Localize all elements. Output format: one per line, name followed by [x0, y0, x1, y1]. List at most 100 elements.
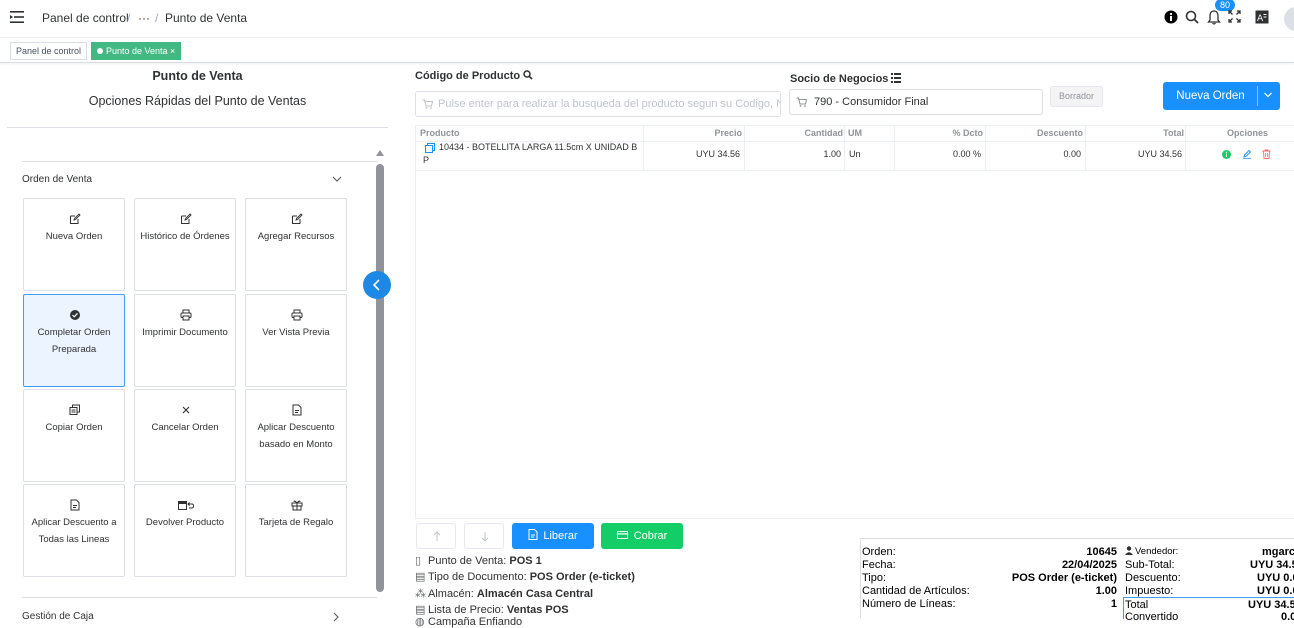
search-icon[interactable]	[523, 70, 533, 80]
quick-action-nueva-orden[interactable]: Nueva Orden	[23, 198, 125, 291]
cell-product: 10434 - BOTELLITA LARGA 11.5cm X UNIDAD …	[439, 142, 638, 152]
quick-action-label: Aplicar Descuento basado en Monto	[257, 422, 335, 450]
summary-seller-value: mgarc	[1262, 546, 1294, 558]
product-search-input[interactable]: Pulse enter para realizar la busqueda de…	[415, 91, 781, 117]
top-navbar: Panel de control / ··· / Punto de Venta …	[0, 0, 1294, 38]
breadcrumb-ellipsis[interactable]: ···	[138, 11, 150, 25]
partner-label-text: Socio de Negocios	[790, 73, 889, 85]
column-divider	[643, 126, 644, 170]
quick-action-agregar-recursos[interactable]: Agregar Recursos	[245, 198, 347, 291]
move-up-button[interactable]	[416, 523, 456, 549]
edit-icon	[69, 213, 81, 225]
quick-action-tarjeta-de-regalo[interactable]: Tarjeta de Regalo	[245, 484, 347, 577]
quick-action-label: Nueva Orden	[45, 231, 103, 242]
summary-date-label: Fecha:	[862, 559, 896, 571]
info-icon[interactable]	[1164, 10, 1178, 24]
total-divider	[1123, 597, 1294, 598]
chevron-right-icon[interactable]	[332, 612, 340, 622]
info-doctype: ▤ Tipo de Documento: POS Order (e-ticket)	[415, 570, 635, 583]
summary-seller-label: Vendedor:	[1125, 545, 1178, 558]
active-dot-icon	[97, 48, 103, 54]
summary-discount-value: UYU 0.0	[1257, 572, 1294, 584]
product-info-icon[interactable]	[425, 143, 435, 153]
tag-punto-de-venta[interactable]: Punto de Venta ×	[91, 42, 182, 60]
close-icon	[180, 404, 192, 416]
panel-subtitle: Opciones Rápidas del Punto de Ventas	[88, 94, 307, 108]
quick-action-copiar-orden[interactable]: Copiar Orden	[23, 389, 125, 482]
summary-date-value: 22/04/2025	[1061, 559, 1117, 571]
info-pos-value: POS 1	[509, 555, 542, 567]
draft-button[interactable]: Borrador	[1050, 86, 1103, 107]
group-gestion-de-caja[interactable]: Gestión de Caja	[22, 611, 94, 622]
product-code-label-text: Código de Producto	[415, 70, 521, 82]
info-warehouse-value: Almacén Casa Central	[476, 588, 594, 600]
info-warehouse: ⁂ Almacén: Almacén Casa Central	[415, 587, 593, 600]
edit-icon	[291, 213, 303, 225]
move-down-button[interactable]	[464, 523, 504, 549]
tag-panel-de-control[interactable]: Panel de control	[10, 42, 88, 60]
cell-product-continued: P	[423, 155, 430, 165]
summary-subtotal-value: UYU 34.5	[1250, 559, 1294, 571]
cell-total: UYU 34.56	[1137, 149, 1182, 159]
partner-value: 790 - Consumidor Final	[814, 96, 929, 108]
list-icon[interactable]	[891, 73, 902, 83]
tablet-icon: ▯	[415, 555, 422, 567]
chevron-down-icon[interactable]	[332, 175, 342, 183]
column-divider	[744, 126, 745, 170]
scroll-up-arrow-icon[interactable]	[376, 150, 384, 156]
new-order-button[interactable]: Nueva Orden	[1163, 82, 1280, 110]
chevron-down-icon[interactable]	[1263, 91, 1273, 99]
info-circle-icon[interactable]	[1222, 150, 1231, 159]
copy-icon	[69, 404, 81, 416]
column-header-opciones: Opciones	[1226, 128, 1268, 138]
total-divider-left	[1123, 597, 1124, 619]
info-warehouse-label: Almacén:	[428, 588, 474, 600]
summary-order-value: 10645	[1086, 546, 1117, 558]
quick-action-aplicar-descuento-a-todas-las-lineas[interactable]: Aplicar Descuento a Todas las Lineas	[23, 484, 125, 577]
quick-options-panel: Punto de Venta Opciones Rápidas del Punt…	[0, 63, 395, 622]
fullscreen-icon[interactable]	[1228, 10, 1241, 23]
group-orden-de-venta[interactable]: Orden de Venta	[22, 174, 92, 185]
cell-price: UYU 34.56	[695, 149, 740, 159]
search-icon[interactable]	[1185, 10, 1199, 24]
delete-icon[interactable]	[1262, 149, 1271, 159]
quick-action-aplicar-descuento-basado-en-monto[interactable]: Aplicar Descuento basado en Monto	[245, 389, 347, 482]
column-divider	[1085, 126, 1086, 170]
cell-discount: 0.00	[1063, 149, 1081, 159]
avatar[interactable]	[1284, 7, 1294, 31]
cart-icon	[796, 97, 807, 107]
quick-action-completar-orden-preparada[interactable]: Completar Orden Preparada	[23, 294, 125, 387]
breadcrumb-home[interactable]: Panel de control	[42, 11, 129, 25]
summary-lines-label: Número de Líneas:	[862, 598, 956, 610]
scrollbar-thumb[interactable]	[376, 164, 384, 592]
collapse-panel-button[interactable]	[363, 271, 391, 299]
breadcrumb-separator: /	[127, 11, 131, 25]
column-header-cantidad: Cantidad	[804, 128, 843, 138]
column-divider	[894, 126, 895, 170]
summary-subtotal-label: Sub-Total:	[1125, 559, 1175, 571]
product-code-label: Código de Producto	[415, 70, 533, 82]
release-button[interactable]: Liberar	[512, 523, 594, 549]
quick-action-label: Completar Orden Preparada	[37, 327, 111, 355]
quick-action-ver-vista-previa[interactable]: Ver Vista Previa	[245, 294, 347, 387]
quick-action-imprimir-documento[interactable]: Imprimir Documento	[134, 294, 236, 387]
column-header-total: Total	[1163, 128, 1184, 138]
quick-action-devolver-producto[interactable]: Devolver Producto	[134, 484, 236, 577]
order-summary: Orden: 10645 Fecha: 22/04/2025 Tipo: POS…	[860, 538, 1294, 623]
summary-discount-label: Descuento:	[1125, 572, 1181, 584]
quick-action-historico-de-ordenes[interactable]: Histórico de Órdenes	[134, 198, 236, 291]
column-header-descuento: Descuento	[1036, 128, 1083, 138]
cell-quantity: 1.00	[823, 149, 841, 159]
bell-icon[interactable]	[1207, 10, 1221, 25]
hamburger-menu-icon[interactable]	[10, 11, 26, 25]
language-size-icon[interactable]: A	[1255, 10, 1269, 24]
partner-input[interactable]: 790 - Consumidor Final	[789, 89, 1043, 115]
order-lines-table: Producto Precio Cantidad UM % Dcto Descu…	[415, 125, 1294, 519]
credit-card-icon	[616, 531, 628, 539]
charge-button[interactable]: Cobrar	[601, 523, 683, 549]
charge-label: Cobrar	[633, 530, 668, 542]
edit-icon[interactable]	[1242, 149, 1252, 159]
column-header-producto: Producto	[420, 128, 460, 138]
quick-action-cancelar-orden[interactable]: Cancelar Orden	[134, 389, 236, 482]
summary-type-value: POS Order (e-ticket)	[1011, 572, 1117, 584]
